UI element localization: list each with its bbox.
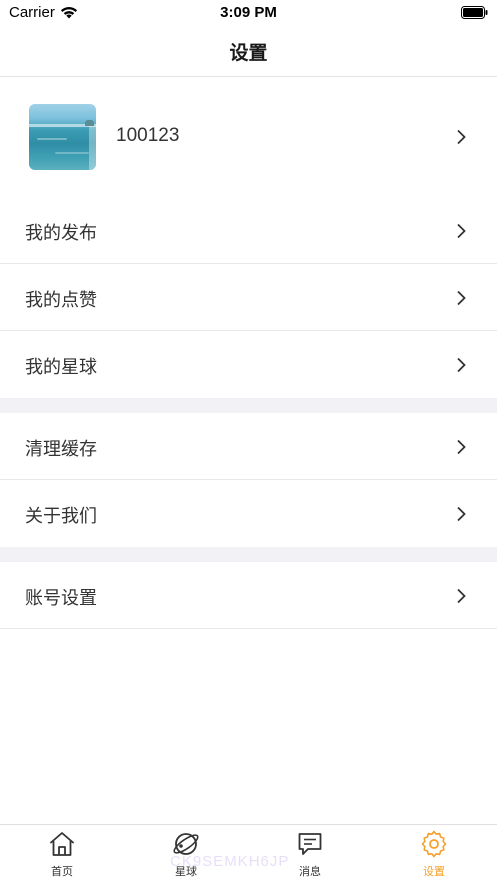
- chevron-right-icon: [457, 129, 466, 145]
- status-bar: Carrier 3:09 PM: [0, 0, 497, 26]
- menu-item-my-posts[interactable]: 我的发布: [0, 197, 497, 264]
- chevron-right-icon: [457, 588, 466, 604]
- menu-item-my-planets[interactable]: 我的星球: [0, 331, 497, 398]
- menu-item-clear-cache[interactable]: 清理缓存: [0, 413, 497, 480]
- tab-label: 首页: [51, 865, 73, 878]
- menu-item-about-us[interactable]: 关于我们: [0, 480, 497, 547]
- menu-item-my-likes[interactable]: 我的点赞: [0, 264, 497, 331]
- profile-row[interactable]: 100123: [0, 78, 497, 196]
- watermark: CK9SEMKH6JP: [170, 853, 290, 870]
- message-icon: [298, 833, 322, 855]
- navigation-bar: 设置: [0, 26, 497, 77]
- menu-item-label: 我的星球: [25, 357, 97, 378]
- tab-home[interactable]: 首页: [0, 825, 124, 883]
- tab-settings[interactable]: 设置: [372, 825, 496, 883]
- chevron-right-icon: [457, 506, 466, 522]
- chevron-right-icon: [457, 223, 466, 239]
- menu-item-label: 我的发布: [25, 223, 97, 244]
- page-title: 设置: [229, 42, 268, 64]
- section-divider: [0, 547, 497, 562]
- menu-item-label: 清理缓存: [25, 439, 97, 460]
- home-icon: [50, 832, 74, 856]
- battery-icon: [461, 6, 488, 19]
- menu-item-label: 我的点赞: [25, 290, 97, 311]
- chevron-right-icon: [457, 357, 466, 373]
- clock-time: 3:09 PM: [220, 4, 277, 21]
- menu-item-account-settings[interactable]: 账号设置: [0, 562, 497, 629]
- menu-item-label: 账号设置: [25, 588, 97, 609]
- section-divider: [0, 398, 497, 413]
- menu-item-label: 关于我们: [25, 506, 97, 527]
- chevron-right-icon: [457, 439, 466, 455]
- avatar: [29, 104, 96, 170]
- settings-icon: [421, 830, 447, 858]
- user-id-label: 100123: [116, 125, 180, 146]
- chevron-right-icon: [457, 290, 466, 306]
- settings-screen: Carrier 3:09 PM 设置 100123 我的发布 我的点赞 我的星球…: [0, 0, 497, 883]
- tab-label: 设置: [423, 865, 445, 878]
